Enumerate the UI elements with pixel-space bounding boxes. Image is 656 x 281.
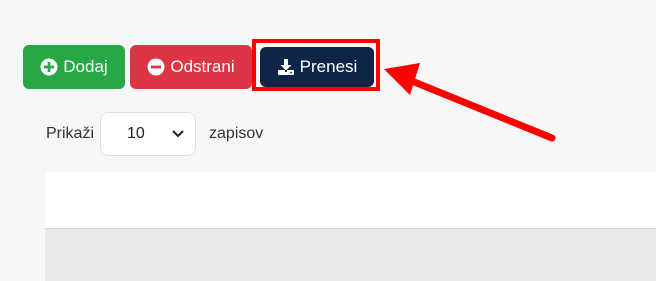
remove-button[interactable]: Odstrani bbox=[130, 45, 252, 89]
download-icon bbox=[277, 58, 295, 76]
download-button[interactable]: Prenesi bbox=[260, 47, 374, 87]
add-button[interactable]: Dodaj bbox=[23, 45, 125, 89]
minus-circle-icon bbox=[147, 58, 165, 76]
page-length-select[interactable]: 10 bbox=[100, 112, 197, 156]
length-suffix-label: zapisov bbox=[209, 125, 264, 142]
data-table bbox=[45, 172, 656, 281]
toolbar: Dodaj Odstrani Prenesi bbox=[23, 45, 383, 89]
page-length-control: Prikaži 10 zapisov bbox=[46, 112, 263, 156]
chevron-down-icon bbox=[171, 129, 185, 139]
remove-button-label: Odstrani bbox=[170, 57, 235, 76]
length-prefix-label: Prikaži bbox=[46, 125, 95, 142]
plus-circle-icon bbox=[40, 58, 58, 76]
table-header bbox=[45, 172, 656, 229]
add-button-label: Dodaj bbox=[63, 57, 108, 76]
annotation-arrow-icon bbox=[384, 63, 556, 142]
page-length-value: 10 bbox=[127, 125, 145, 142]
table-body bbox=[45, 229, 656, 281]
download-button-label: Prenesi bbox=[299, 57, 358, 76]
